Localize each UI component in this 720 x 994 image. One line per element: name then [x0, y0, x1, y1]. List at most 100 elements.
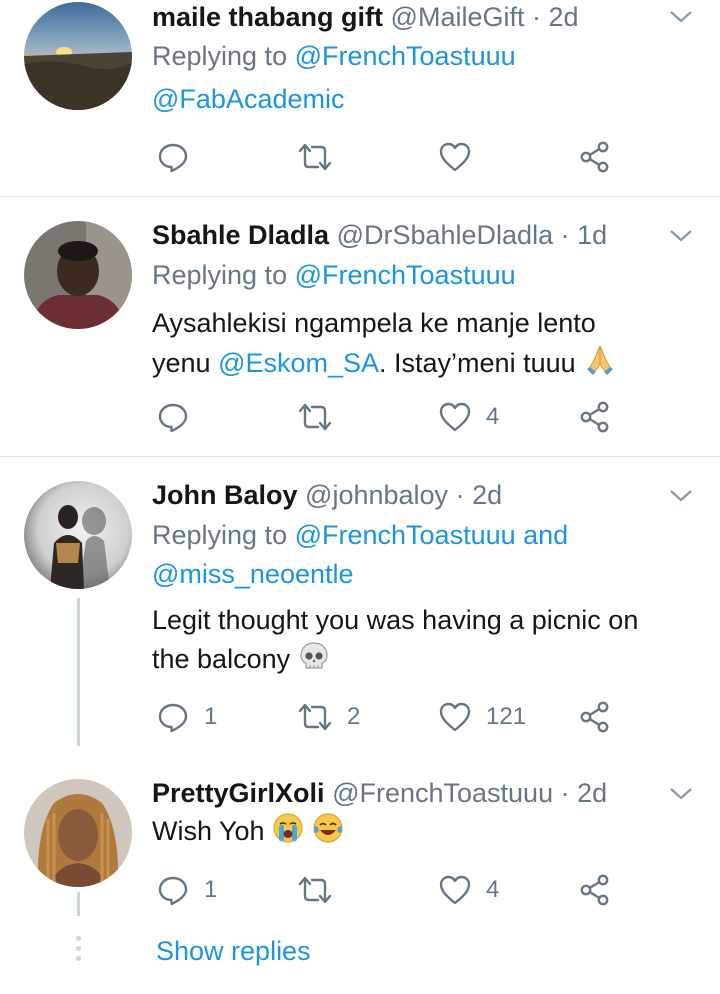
mention-link[interactable]: @miss_neoentle	[152, 559, 354, 589]
tweet-actions	[152, 137, 622, 177]
retweet-icon	[298, 703, 332, 731]
like-count: 121	[486, 703, 527, 730]
like-button[interactable]: 4	[438, 397, 499, 437]
tears-of-joy-emoji	[313, 813, 343, 843]
user-handle[interactable]: @DrSbahleDladla	[337, 220, 554, 250]
share-button[interactable]	[578, 870, 612, 910]
like-count: 4	[486, 403, 500, 430]
separator-dot: ·	[560, 220, 570, 250]
avatar-silhouette-image	[24, 481, 132, 589]
tweet-text: Wish Yoh	[152, 816, 265, 846]
tweet-text-line-1: Legit thought you was having a picnic on	[152, 605, 639, 635]
retweet-icon	[298, 876, 332, 904]
replying-to: Replying to @FrenchToastuuu	[152, 37, 516, 75]
replying-to: Replying to @FrenchToastuuu and	[152, 516, 568, 554]
folded-hands-emoji	[587, 345, 614, 375]
tweet-sbahle[interactable]: Sbahle Dladla @DrSbahleDladla · 1d Reply…	[0, 197, 720, 456]
reply-icon	[158, 143, 188, 173]
retweet-button[interactable]: 2	[297, 697, 360, 737]
reply-button[interactable]: 1	[156, 697, 217, 737]
retweet-button[interactable]	[297, 137, 347, 177]
chevron-down-icon[interactable]	[668, 8, 694, 26]
skull-emoji	[300, 642, 328, 669]
retweet-icon	[298, 403, 332, 431]
tweet-text: the balcony	[152, 644, 291, 674]
like-count: 4	[486, 876, 500, 903]
tweet-actions: 1 2 121	[152, 697, 622, 737]
avatar[interactable]	[24, 2, 132, 110]
user-name[interactable]: PrettyGirlXoli	[152, 778, 325, 808]
share-icon	[580, 141, 609, 173]
tweet-text-line-1: Wish Yoh	[152, 812, 697, 850]
tweet-prettygirlxoli[interactable]: PrettyGirlXoli @FrenchToastuuu · 2d Wish…	[0, 757, 720, 917]
share-button[interactable]	[578, 697, 612, 737]
avatar-man-image	[24, 221, 132, 329]
share-button[interactable]	[578, 137, 612, 177]
avatar[interactable]	[24, 779, 132, 887]
replying-to-line-2: @miss_neoentle	[152, 555, 354, 593]
avatar-sunset-image	[24, 2, 132, 110]
chevron-down-icon[interactable]	[668, 785, 694, 803]
mention-link[interactable]: @Eskom_SA	[218, 348, 379, 378]
tweet-header: John Baloy @johnbaloy · 2d	[152, 478, 502, 512]
heart-icon	[439, 875, 471, 905]
user-name[interactable]: John Baloy	[152, 480, 298, 510]
user-handle[interactable]: @MaileGift	[391, 2, 525, 32]
tweet-actions: 4	[152, 397, 622, 437]
share-icon	[580, 874, 609, 906]
like-button[interactable]	[438, 137, 486, 177]
heart-icon	[439, 142, 471, 172]
timestamp[interactable]: 1d	[577, 220, 607, 250]
replying-to-line-2: @FabAcademic	[152, 80, 344, 118]
reply-icon	[158, 876, 188, 906]
loudly-crying-emoji	[273, 813, 303, 843]
tweet-actions: 1 4	[152, 870, 622, 910]
tweet-text: yenu	[152, 348, 219, 378]
timestamp[interactable]: 2d	[472, 480, 502, 510]
tweet-header: Sbahle Dladla @DrSbahleDladla · 1d	[152, 218, 607, 252]
tweet-header: PrettyGirlXoli @FrenchToastuuu · 2d	[152, 776, 607, 810]
reply-button[interactable]: 1	[156, 870, 217, 910]
avatar[interactable]	[24, 221, 132, 329]
timestamp[interactable]: 2d	[577, 778, 607, 808]
user-handle[interactable]: @FrenchToastuuu	[332, 778, 553, 808]
user-handle[interactable]: @johnbaloy	[305, 480, 448, 510]
heart-icon	[439, 702, 471, 732]
tweet-text-line-2: the balcony	[152, 640, 697, 678]
show-replies-link[interactable]: Show replies	[156, 932, 311, 970]
mention-link[interactable]: @FabAcademic	[152, 84, 344, 114]
like-button[interactable]: 4	[438, 870, 499, 910]
tweet-maile[interactable]: maile thabang gift @MaileGift · 2d Reply…	[0, 0, 720, 196]
separator-dot: ·	[532, 2, 541, 32]
reply-button[interactable]	[156, 137, 204, 177]
tweet-header: maile thabang gift @MaileGift · 2d	[152, 0, 579, 34]
thread-dot	[76, 956, 81, 961]
reply-icon	[158, 403, 188, 433]
user-name[interactable]: Sbahle Dladla	[152, 220, 329, 250]
retweet-button[interactable]	[297, 397, 347, 437]
user-name[interactable]: maile thabang gift	[152, 2, 383, 32]
share-button[interactable]	[578, 397, 612, 437]
thread-dot	[76, 946, 81, 951]
chevron-down-icon[interactable]	[668, 487, 694, 505]
replying-to-label: Replying to	[152, 41, 295, 71]
separator-dot: ·	[560, 778, 570, 808]
replying-to-label: Replying to	[152, 520, 295, 550]
heart-icon	[439, 402, 471, 432]
chevron-down-icon[interactable]	[668, 227, 694, 245]
mention-link[interactable]: @FrenchToastuuu	[295, 520, 516, 550]
replying-to-and: and	[515, 520, 569, 550]
retweet-button[interactable]	[297, 870, 347, 910]
tweet-john[interactable]: John Baloy @johnbaloy · 2d Replying to @…	[0, 457, 720, 755]
like-button[interactable]: 121	[438, 697, 526, 737]
separator-dot: ·	[455, 480, 465, 510]
retweet-icon	[298, 143, 332, 171]
mention-link[interactable]: @FrenchToastuuu	[295, 41, 516, 71]
share-icon	[580, 401, 609, 433]
reply-icon	[158, 703, 188, 733]
timestamp[interactable]: 2d	[549, 2, 579, 32]
mention-link[interactable]: @FrenchToastuuu	[295, 260, 516, 290]
avatar[interactable]	[24, 481, 132, 589]
reply-button[interactable]	[156, 397, 204, 437]
retweet-count: 2	[347, 703, 361, 730]
